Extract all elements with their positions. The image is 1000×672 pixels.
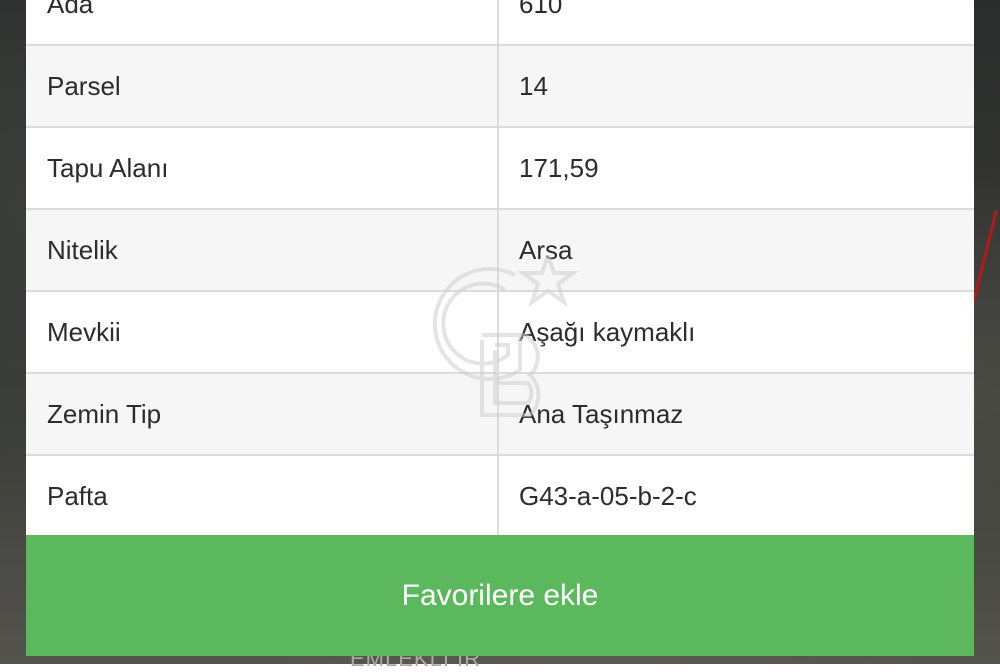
parcel-info-table: Ada 610 Parsel 14 Tapu Alanı 171,59 Nite…	[26, 0, 974, 538]
row-label-zemin-tip: Zemin Tip	[26, 374, 499, 454]
row-value-nitelik: Arsa	[519, 234, 573, 265]
row-label-nitelik: Nitelik	[26, 210, 499, 290]
table-row: Tapu Alanı 171,59	[26, 128, 974, 210]
row-value-tapu-alani: 171,59	[519, 152, 599, 183]
row-label-ada: Ada	[26, 0, 499, 44]
table-row: Mevkii Aşağı kaymaklı	[26, 292, 974, 374]
row-label-parsel: Parsel	[26, 46, 499, 126]
table-row: Nitelik Arsa	[26, 210, 974, 292]
row-value-zemin-tip: Ana Taşınmaz	[519, 398, 684, 429]
row-value-pafta: G43-a-05-b-2-c	[519, 480, 697, 511]
add-to-favorites-button[interactable]: Favorilere ekle	[26, 535, 974, 656]
parcel-info-panel: Ada 610 Parsel 14 Tapu Alanı 171,59 Nite…	[26, 0, 974, 656]
row-value-mevkii: Aşağı kaymaklı	[519, 316, 696, 347]
table-row: Pafta G43-a-05-b-2-c	[26, 456, 974, 538]
row-value-parsel: 14	[519, 70, 548, 101]
row-label-tapu-alani: Tapu Alanı	[26, 128, 499, 208]
row-label-pafta: Pafta	[26, 456, 499, 536]
row-label-mevkii: Mevkii	[26, 292, 499, 372]
table-row: Ada 610	[26, 0, 974, 46]
table-row: Zemin Tip Ana Taşınmaz	[26, 374, 974, 456]
row-value-ada: 610	[519, 0, 563, 19]
table-row: Parsel 14	[26, 46, 974, 128]
